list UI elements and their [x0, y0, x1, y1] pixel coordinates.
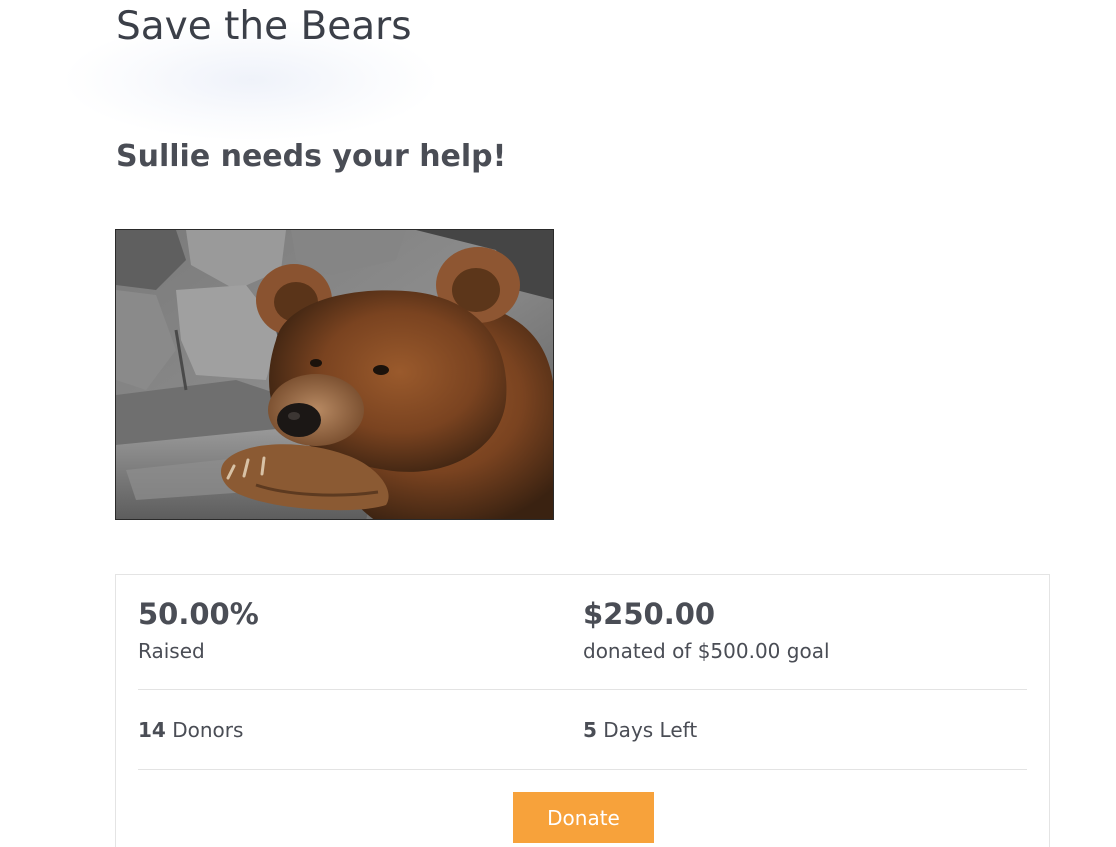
amount-donated-value: $250.00	[583, 597, 716, 631]
donor-stat: 14 Donors	[138, 718, 243, 742]
campaign-headline: Sullie needs your help!	[116, 139, 507, 174]
page: Save the Bears Sullie needs your help! 5…	[0, 0, 1116, 847]
percent-raised-value: 50.00%	[138, 597, 259, 631]
days-left-count: 5	[583, 718, 597, 742]
divider-bottom	[138, 769, 1027, 770]
bear-photo	[115, 229, 554, 520]
goal-label: donated of $500.00 goal	[583, 639, 830, 663]
donate-button[interactable]: Donate	[513, 792, 654, 843]
stats-card: 50.00% Raised $250.00 donated of $500.00…	[115, 574, 1050, 847]
days-left-label: Days Left	[603, 718, 698, 742]
percent-raised-label: Raised	[138, 639, 205, 663]
site-title: Save the Bears	[116, 4, 412, 49]
days-left-stat: 5 Days Left	[583, 718, 697, 742]
bear-image	[116, 230, 553, 519]
donor-label: Donors	[172, 718, 244, 742]
divider-top	[138, 689, 1027, 690]
donor-count: 14	[138, 718, 166, 742]
